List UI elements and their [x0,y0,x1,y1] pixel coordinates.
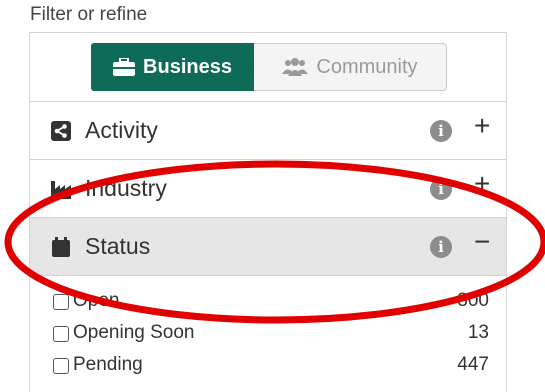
option-count: 800 [457,290,489,311]
info-icon[interactable]: i [430,120,452,142]
business-tab-label: Business [143,55,232,78]
status-option-opening-soon: Opening Soon 13 [30,320,506,352]
expand-icon[interactable]: + [474,110,490,142]
mode-toggle: Business Community [30,33,506,102]
option-label: Opening Soon [73,322,195,343]
option-label: Pending [73,354,143,375]
option-label: Open [73,290,120,311]
checkbox[interactable] [53,294,69,310]
industry-icon [51,179,71,199]
briefcase-icon [113,58,136,76]
filter-heading: Filter or refine [30,4,148,25]
collapse-icon[interactable]: − [474,226,490,258]
info-icon[interactable]: i [430,236,452,258]
status-options: Open 800 Opening Soon 13 Pending 447 [30,276,506,384]
calendar-icon [51,237,71,257]
community-tab[interactable]: Community [254,43,447,91]
section-activity[interactable]: Activity i + [30,102,506,160]
section-label: Status [85,233,151,259]
status-option-open: Open 800 [30,288,506,320]
section-status[interactable]: Status i − [30,218,506,276]
share-icon [51,121,71,141]
section-industry[interactable]: Industry i + [30,160,506,218]
info-icon[interactable]: i [430,178,452,200]
community-tab-label: Community [316,55,418,78]
status-option-pending: Pending 447 [30,352,506,384]
section-label: Industry [85,175,167,201]
expand-icon[interactable]: + [474,168,490,200]
option-count: 13 [467,322,489,343]
section-label: Activity [85,117,158,143]
business-tab[interactable]: Business [91,43,254,91]
users-icon [282,58,309,76]
checkbox[interactable] [53,358,69,374]
filter-panel: Business Community Activity i + Industry… [29,32,507,392]
option-count: 447 [457,354,489,375]
checkbox[interactable] [53,326,69,342]
